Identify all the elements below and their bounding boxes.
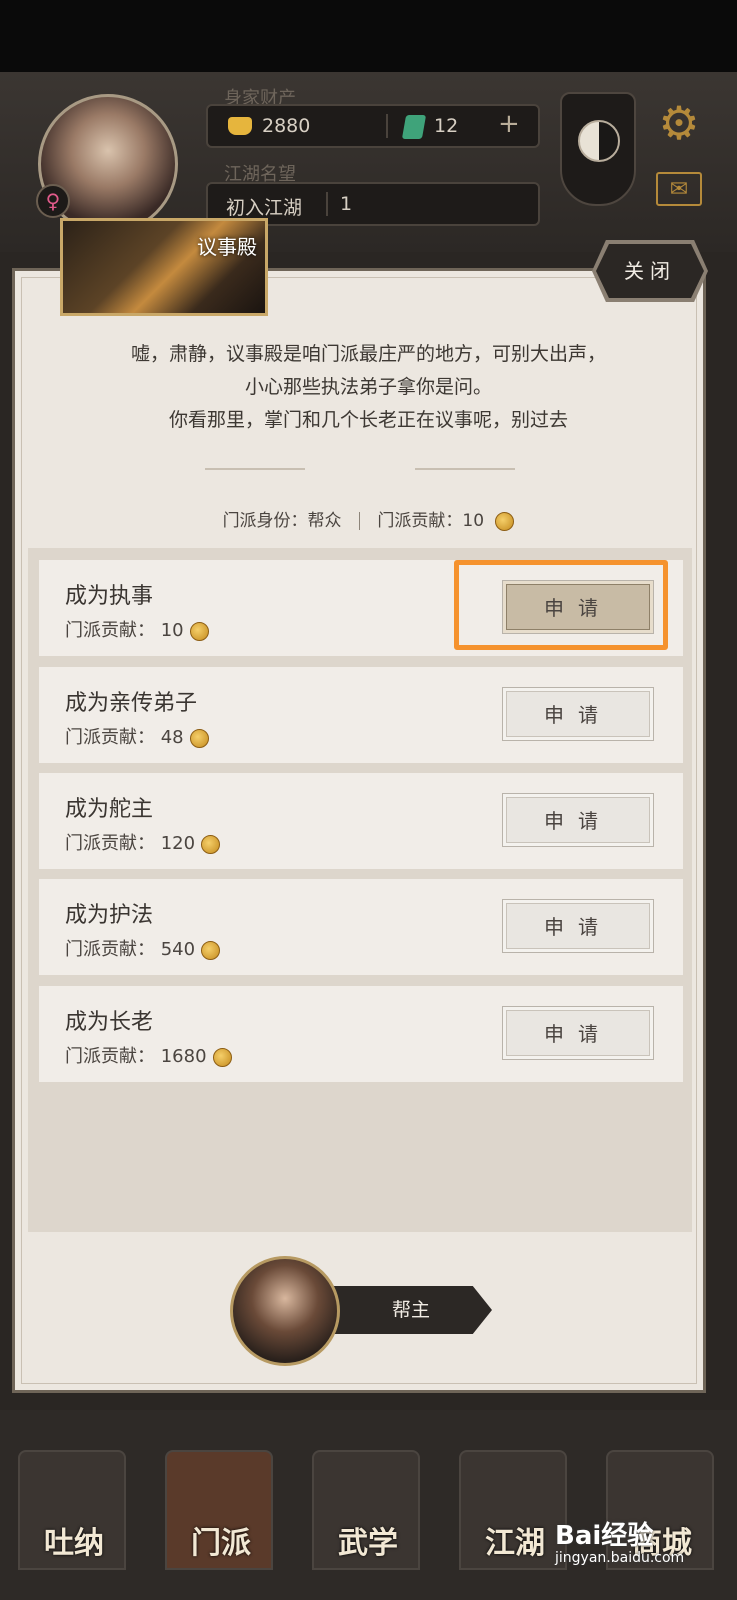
- contribution-coin-icon: [201, 940, 221, 960]
- contribution-coin-icon: [212, 1047, 232, 1067]
- mail-envelope-icon[interactable]: ✉: [656, 172, 702, 206]
- bottom-navigation: 吐纳 门派 武学 江湖 商城: [0, 1410, 737, 1600]
- contribution-coin-icon: [495, 511, 515, 531]
- nav-label: 吐纳: [44, 1526, 104, 1561]
- position-title: 成为亲传弟子: [65, 691, 198, 716]
- add-currency-button[interactable]: +: [498, 109, 520, 139]
- position-cost: 门派贡献： 1680: [65, 1042, 232, 1068]
- narration-line: 嘘，肃静，议事殿是咱门派最庄严的地方，可别大出声，: [130, 343, 606, 365]
- currency-bar: 2880 12 +: [206, 104, 540, 148]
- contribution-coin-icon: [189, 728, 209, 748]
- ornament-divider-right: [415, 468, 515, 470]
- position-row: 成为长老 门派贡献： 1680 申请: [39, 986, 683, 1082]
- reputation-rank: 初入江湖: [226, 197, 303, 219]
- reputation-divider: [326, 192, 328, 216]
- narration-text: 嘘，肃静，议事殿是咱门派最庄严的地方，可别大出声， 小心那些执法弟子拿你是问。 …: [30, 338, 707, 437]
- cost-text: 门派贡献： 540: [65, 939, 196, 960]
- contribution-coin-icon: [189, 621, 209, 641]
- status-divider: [358, 512, 360, 530]
- cost-text: 门派贡献： 10: [65, 620, 184, 641]
- sect-emblem[interactable]: [560, 92, 636, 206]
- settings-gear-icon[interactable]: ⚙: [656, 100, 702, 146]
- watermark-brand: Bai经验: [555, 1521, 654, 1551]
- leader-avatar[interactable]: [230, 1256, 340, 1366]
- position-row: 成为护法 门派贡献： 540 申请: [39, 879, 683, 975]
- cost-text: 门派贡献： 1680: [65, 1046, 207, 1067]
- nav-sect[interactable]: 门派: [165, 1450, 273, 1570]
- nav-label: 门派: [191, 1526, 251, 1561]
- female-gender-icon: ♀: [36, 184, 70, 218]
- apply-button[interactable]: 申请: [502, 687, 654, 741]
- cost-text: 门派贡献： 48: [65, 727, 184, 748]
- close-button[interactable]: 关闭: [596, 244, 704, 298]
- apply-button[interactable]: 申请: [502, 899, 654, 953]
- position-cost: 门派贡献： 540: [65, 935, 221, 961]
- position-row: 成为舵主 门派贡献： 120 申请: [39, 773, 683, 869]
- narration-line: 小心那些执法弟子拿你是问。: [244, 376, 492, 398]
- sect-identity: 门派身份：帮众: [222, 511, 342, 531]
- apply-button[interactable]: 申请: [502, 793, 654, 847]
- position-cost: 门派贡献： 10: [65, 616, 209, 642]
- watermark-url: jingyan.baidu.com: [555, 1550, 685, 1566]
- sect-contribution: 门派贡献：10: [377, 511, 485, 531]
- narration-line: 你看那里，掌门和几个长老正在议事呢，别过去: [168, 409, 568, 431]
- nav-label: 武学: [338, 1526, 398, 1561]
- position-title: 成为执事: [65, 584, 154, 609]
- jade-amount: 12: [434, 115, 459, 137]
- baidu-watermark: Bai经验 jingyan.baidu.com: [555, 1515, 684, 1566]
- nav-label: 江湖: [485, 1526, 545, 1561]
- yinyang-icon: [578, 120, 620, 162]
- position-title: 成为长老: [65, 1010, 154, 1035]
- position-cost: 门派贡献： 120: [65, 829, 221, 855]
- hall-thumbnail: 议事殿: [60, 218, 268, 316]
- jade-icon: [401, 115, 427, 139]
- nav-breathing[interactable]: 吐纳: [18, 1450, 126, 1570]
- position-title: 成为护法: [65, 903, 154, 928]
- status-bar: [0, 0, 737, 72]
- sect-status: 门派身份：帮众 门派贡献：10: [0, 506, 737, 531]
- currency-divider: [386, 114, 388, 138]
- nav-martial-arts[interactable]: 武学: [312, 1450, 420, 1570]
- tutorial-highlight-frame: [454, 560, 668, 650]
- position-title: 成为舵主: [65, 797, 154, 822]
- hall-title: 议事殿: [197, 235, 257, 259]
- gold-amount: 2880: [262, 115, 311, 137]
- nav-jianghu[interactable]: 江湖: [459, 1450, 567, 1570]
- position-row: 成为亲传弟子 门派贡献： 48 申请: [39, 667, 683, 763]
- reputation-level: 1: [340, 193, 353, 215]
- contribution-coin-icon: [201, 834, 221, 854]
- apply-button[interactable]: 申请: [502, 1006, 654, 1060]
- cost-text: 门派贡献： 120: [65, 833, 196, 854]
- position-cost: 门派贡献： 48: [65, 723, 209, 749]
- gold-ingot-icon: [228, 117, 252, 135]
- ornament-divider-left: [205, 468, 305, 470]
